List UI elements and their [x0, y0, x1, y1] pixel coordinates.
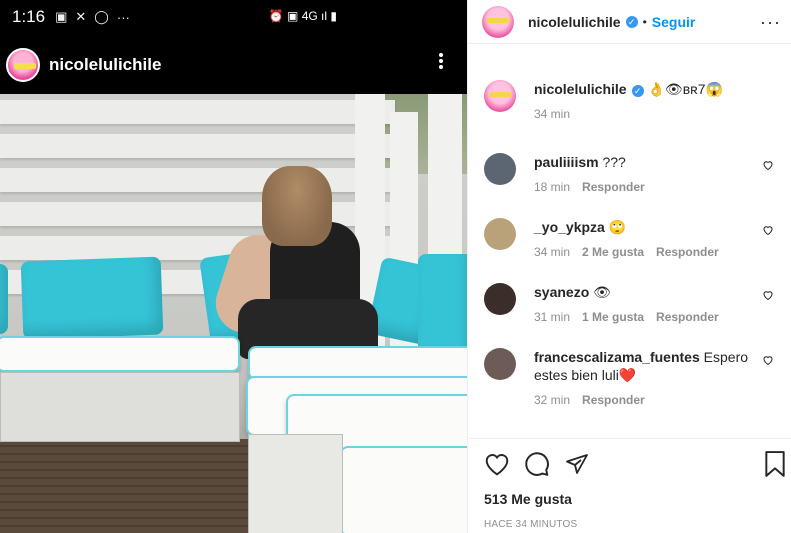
comment-body: ??? [602, 154, 626, 170]
bench-frame [0, 372, 240, 442]
like-count[interactable]: 513 Me gusta [484, 491, 776, 507]
avatar[interactable] [484, 348, 516, 380]
comment-meta: 18 min Responder [534, 180, 754, 194]
fence-slat [0, 168, 395, 192]
bench-frame [248, 434, 343, 533]
avatar[interactable] [484, 153, 516, 185]
post-username[interactable]: nicolelulichile [528, 14, 621, 30]
missed-call-icon: ✕ [75, 9, 87, 24]
comment-time: 31 min [534, 310, 571, 324]
reply-button[interactable]: Responder [582, 180, 645, 194]
person-hair [262, 166, 332, 246]
avatar[interactable] [484, 80, 516, 112]
avatar[interactable] [484, 283, 516, 315]
fence-slat [0, 100, 395, 124]
verified-badge-icon: ✓ [625, 15, 638, 28]
caption-username[interactable]: nicolelulichile [534, 81, 627, 97]
comments-list: nicolelulichile ✓ 👌👁ʙʀ7😱 34 min pauliiiis… [468, 70, 791, 407]
comment-body: 🙄 [608, 219, 627, 235]
caption-time: 34 min [534, 107, 571, 121]
avatar [6, 48, 40, 82]
caption: nicolelulichile ✓ 👌👁ʙʀ7😱 34 min [468, 80, 791, 121]
phone-post-header: nicolelulichile [0, 38, 467, 92]
post-actions: 513 Me gusta HACE 34 MINUTOS [468, 438, 791, 533]
comment-username[interactable]: syanezo [534, 284, 589, 300]
avatar[interactable] [484, 218, 516, 250]
bookmark-icon[interactable] [764, 451, 786, 477]
caption-body: 👌👁ʙʀ7😱 [647, 81, 723, 97]
comment-meta: 32 min Responder [534, 393, 754, 407]
comment: pauliiiism ??? 18 min Responder [468, 153, 791, 194]
comment-meta: 31 min 1 Me gusta Responder [534, 310, 754, 324]
bench-seat [248, 346, 467, 380]
like-comment-icon[interactable] [762, 224, 774, 236]
fence-slat [0, 134, 395, 158]
comment-time: 18 min [534, 180, 571, 194]
comment-meta: 34 min 2 Me gusta Responder [534, 245, 754, 259]
reply-button[interactable]: Responder [582, 393, 645, 407]
action-icons [484, 451, 776, 477]
avatar[interactable] [482, 5, 514, 38]
status-right-icons: ⏰ ▣ 4G ıl ▮ [268, 9, 337, 23]
verified-badge-icon: ✓ [631, 85, 644, 97]
comment-icon[interactable] [524, 451, 550, 477]
status-time: 1:16 [12, 7, 46, 26]
like-comment-icon[interactable] [762, 354, 774, 366]
follow-button[interactable]: Seguir [652, 14, 696, 30]
comment: _yo_ykpza 🙄 34 min 2 Me gusta Responder [468, 218, 791, 259]
comment-username[interactable]: francescalizama_fuentes [534, 349, 700, 365]
comment-text: pauliiiism ??? [534, 153, 754, 171]
vertical-more-icon [439, 51, 445, 71]
post-panel: nicolelulichile ✓ • Seguir ··· nicolelul… [467, 0, 791, 533]
heart-icon[interactable] [484, 452, 510, 476]
separator-dot: • [642, 14, 647, 29]
comment-username[interactable]: pauliiiism [534, 154, 599, 170]
comment: francescalizama_fuentes Espero estes bie… [468, 348, 791, 407]
photo-scene [0, 94, 467, 533]
comment: syanezo 👁 31 min 1 Me gusta Responder [468, 283, 791, 324]
more-dots-icon: ··· [116, 9, 130, 25]
post-header: nicolelulichile ✓ • Seguir ··· [468, 0, 791, 44]
cushion [20, 256, 164, 340]
like-comment-icon[interactable] [762, 289, 774, 301]
post-timestamp[interactable]: HACE 34 MINUTOS [484, 519, 776, 530]
post-image[interactable]: 1:16 ▣ ✕ ◯ ··· ⏰ ▣ 4G ıl ▮ nicolelulichi… [0, 0, 467, 533]
comment-username[interactable]: _yo_ykpza [534, 219, 605, 235]
comment-time: 34 min [534, 245, 571, 259]
bench-seat [340, 446, 467, 533]
share-icon[interactable] [564, 452, 590, 476]
phone-status-bar: 1:16 ▣ ✕ ◯ ··· ⏰ ▣ 4G ıl ▮ [0, 0, 467, 34]
like-comment-icon[interactable] [762, 159, 774, 171]
comment-likes[interactable]: 1 Me gusta [582, 310, 644, 324]
comment-likes[interactable]: 2 Me gusta [582, 245, 644, 259]
caption-meta: 34 min [534, 107, 754, 121]
comment-text: francescalizama_fuentes Espero estes bie… [534, 348, 754, 384]
image-icon: ▣ [55, 9, 68, 24]
comment-time: 32 min [534, 393, 571, 407]
cushion [0, 264, 8, 334]
caption-text: nicolelulichile ✓ 👌👁ʙʀ7😱 [534, 80, 754, 98]
phone-username: nicolelulichile [49, 55, 162, 74]
more-options-icon[interactable]: ··· [760, 12, 781, 33]
comment-text: _yo_ykpza 🙄 [534, 218, 754, 236]
reply-button[interactable]: Responder [656, 245, 719, 259]
reply-button[interactable]: Responder [656, 310, 719, 324]
comment-text: syanezo 👁 [534, 283, 754, 301]
bench-seat [0, 336, 240, 372]
whatsapp-icon: ◯ [94, 9, 109, 24]
comment-body: 👁 [593, 284, 611, 300]
